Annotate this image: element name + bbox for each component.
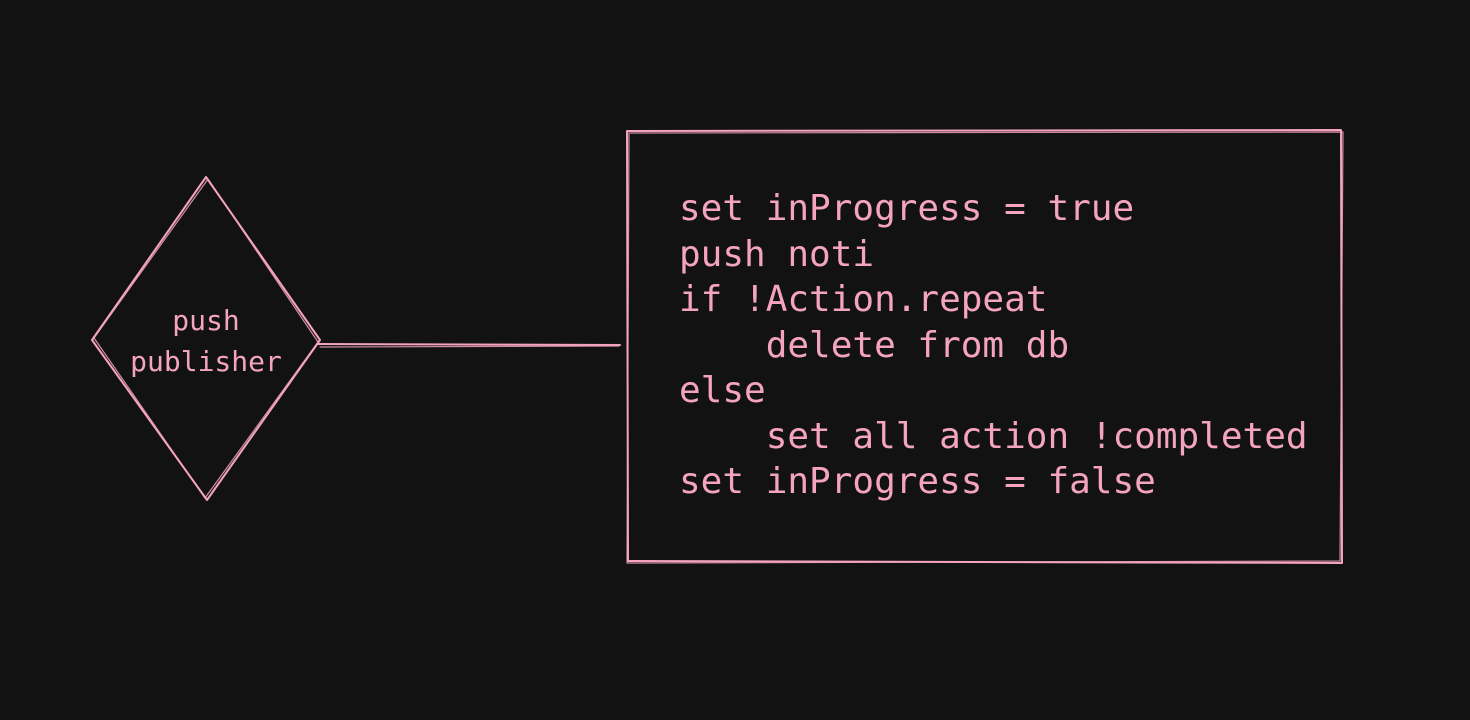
code-line: set inProgress = true <box>679 188 1135 229</box>
code-line: push noti <box>679 233 875 275</box>
connector-line <box>317 343 621 348</box>
code-line: if !Action.repeat <box>679 279 1048 320</box>
code-line: set all action !completed <box>679 415 1308 457</box>
decision-label-line-2: publisher <box>130 345 282 378</box>
decision-label-line-1: push <box>172 304 240 337</box>
process-code: set inProgress = true push noti if !Action… <box>679 186 1308 505</box>
decision-label: push publisher <box>96 300 316 382</box>
diagram-canvas: push publisher set inProgress = true push… <box>0 0 1470 720</box>
code-line: set inProgress = false <box>679 461 1156 502</box>
code-line: else <box>679 370 766 411</box>
code-line: delete from db <box>679 324 1070 366</box>
